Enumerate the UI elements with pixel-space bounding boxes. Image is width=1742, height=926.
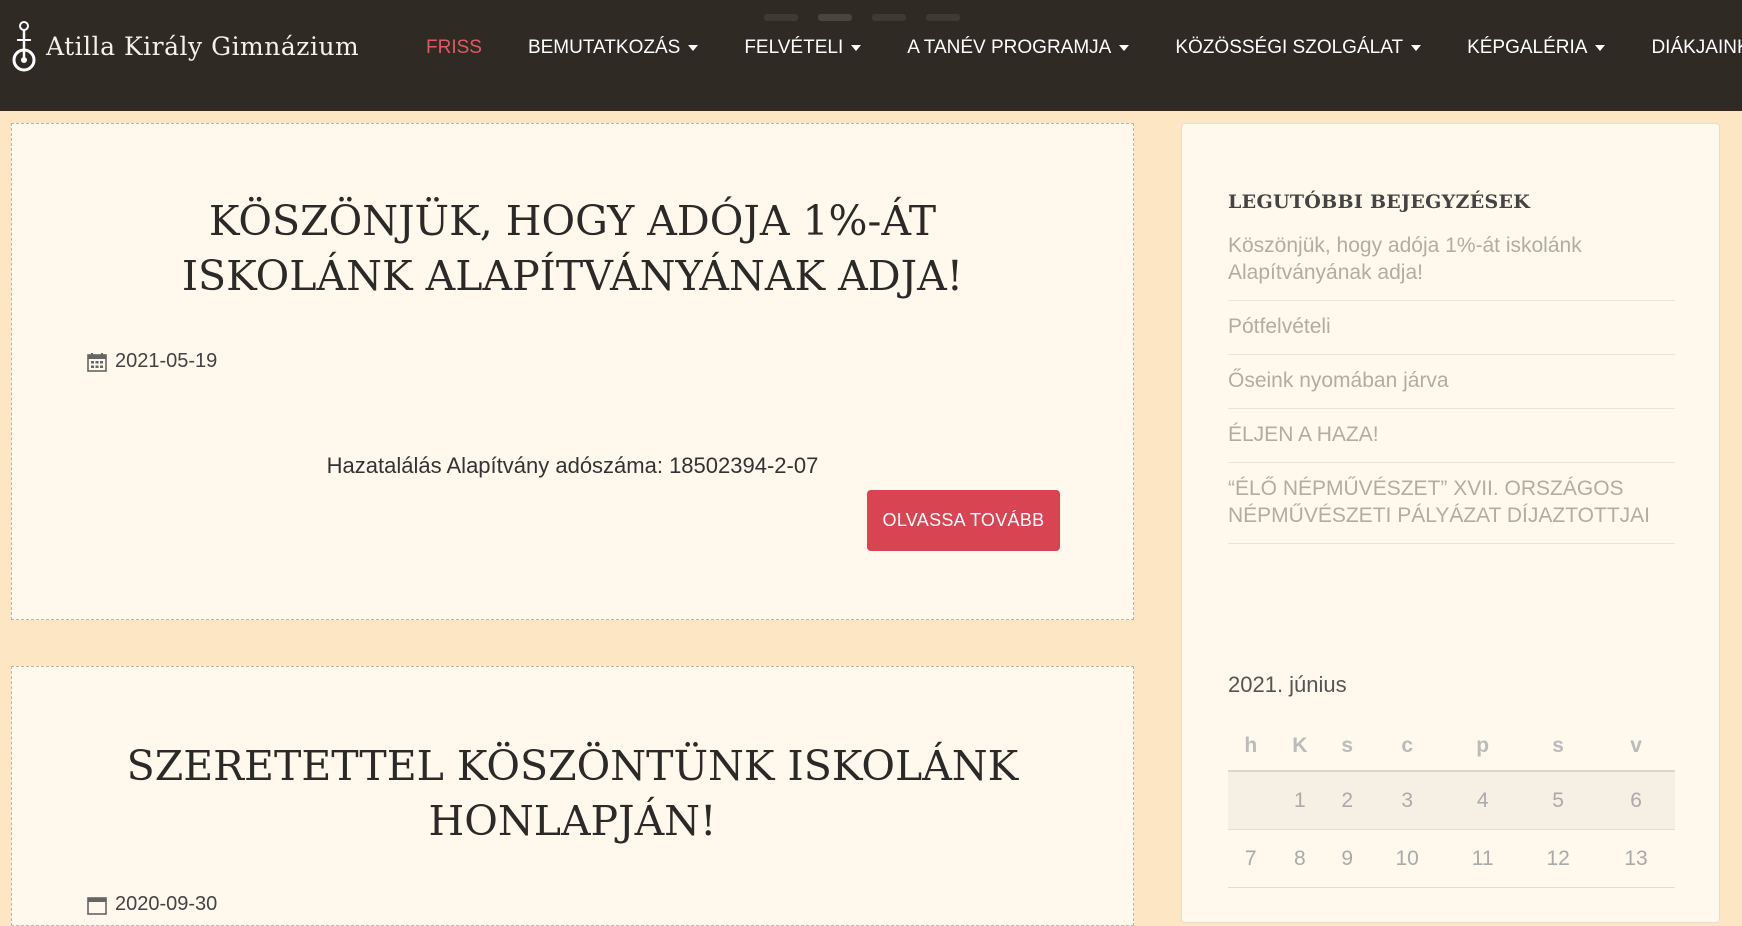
calendar-day[interactable]: 11 [1446, 829, 1520, 888]
calendar-icon [87, 352, 107, 372]
brand-name: Atilla Király Gimnázium [46, 31, 360, 61]
calendar-day[interactable]: 5 [1519, 771, 1598, 830]
post-date-text: 2021-05-19 [115, 350, 218, 372]
nav-item-label: FRISS [426, 37, 482, 58]
calendar-day[interactable]: 2 [1326, 771, 1369, 830]
nav-item-label: FELVÉTELI [744, 37, 844, 58]
calendar-day[interactable]: 9 [1326, 829, 1369, 888]
nav-item-4[interactable]: KÖZÖSSÉGI SZOLGÁLAT [1175, 37, 1422, 59]
nav-item-6[interactable]: DIÁKJAINK [1651, 37, 1742, 59]
carousel-dot[interactable] [764, 14, 798, 21]
main-nav: FRISS BEMUTATKOZÁS FELVÉTELI A TANÉV PROGRA… [426, 28, 1742, 68]
calendar-weekday: s [1519, 722, 1598, 772]
carousel-dot[interactable] [926, 14, 960, 21]
recent-post-link[interactable]: “ÉLŐ NÉPMŰVÉSZET” XVII. ORSZÁGOS NÉPMŰVÉ… [1228, 463, 1675, 544]
recent-post-link[interactable]: Pótfelvételi [1228, 301, 1675, 355]
calendar-day [1228, 771, 1274, 830]
recent-posts-title: Legutóbbi bejegyzések [1228, 191, 1531, 213]
calendar-day[interactable]: 12 [1519, 829, 1598, 888]
top-navbar: Atilla Király Gimnázium FRISS BEMUTATKOZÁ… [0, 0, 1742, 111]
calendar-weekday: K [1273, 722, 1327, 772]
nav-item-2[interactable]: FELVÉTELI [744, 37, 862, 59]
caret-down-icon [688, 45, 699, 51]
nav-item-5[interactable]: KÉPGALÉRIA [1467, 37, 1606, 59]
post-date: 2021-05-19 [87, 350, 217, 373]
recent-post-link[interactable]: Őseink nyomában járva [1228, 355, 1675, 409]
logo-icon [12, 21, 36, 72]
carousel-dot[interactable] [818, 14, 852, 21]
site-brand[interactable]: Atilla Király Gimnázium [10, 20, 359, 72]
nav-item-label: A TANÉV PROGRAMJA [907, 37, 1112, 58]
calendar-day[interactable]: 13 [1597, 829, 1675, 888]
calendar-weekday: h [1228, 722, 1274, 772]
post-card: Szeretettel köszöntünk iskolánk honlapjá… [11, 666, 1134, 926]
read-more-button[interactable]: OLVASSA TOVÁBB [867, 490, 1060, 551]
calendar-day[interactable]: 3 [1368, 771, 1447, 830]
carousel-indicators [764, 14, 960, 21]
post-title[interactable]: Szeretettel köszöntünk iskolánk honlapjá… [102, 739, 1043, 849]
nav-item-label: BEMUTATKOZÁS [527, 37, 681, 58]
post-excerpt: Hazatalálás Alapítvány adószáma: 1850239… [326, 453, 819, 478]
calendar-day[interactable]: 10 [1368, 829, 1447, 888]
calendar-caption: 2021. június [1228, 672, 1347, 697]
calendar-table: hKscpsv 1 2 3 4 5 6 7 8 9 10 11 12 13 [1228, 722, 1675, 888]
caret-down-icon [851, 45, 862, 51]
calendar-day[interactable]: 1 [1273, 771, 1327, 830]
recent-posts-list: Köszönjük, hogy adója 1%-át iskolánk Ala… [1228, 220, 1675, 544]
nav-item-label: KÉPGALÉRIA [1467, 37, 1588, 58]
nav-item-label: DIÁKJAINK [1651, 37, 1742, 58]
nav-item-3[interactable]: A TANÉV PROGRAMJA [907, 37, 1130, 59]
carousel-dot[interactable] [872, 14, 906, 21]
recent-post-link[interactable]: Köszönjük, hogy adója 1%-át iskolánk Ala… [1228, 220, 1675, 301]
recent-post-link[interactable]: ÉLJEN A HAZA! [1228, 409, 1675, 463]
calendar-weekday: v [1597, 722, 1675, 772]
nav-item-label: KÖZÖSSÉGI SZOLGÁLAT [1175, 37, 1404, 58]
calendar-day[interactable]: 6 [1597, 771, 1675, 830]
calendar-day[interactable]: 4 [1446, 771, 1520, 830]
calendar-day[interactable]: 8 [1273, 829, 1327, 888]
caret-down-icon [1119, 45, 1130, 51]
caret-down-icon [1595, 45, 1606, 51]
calendar-weekday: s [1326, 722, 1369, 772]
calendar-weekday: c [1368, 722, 1447, 772]
post-title[interactable]: Köszönjük, hogy adója 1%-át iskolánk Ala… [102, 194, 1043, 304]
sidebar: Legutóbbi bejegyzések Köszönjük, hogy ad… [1181, 123, 1720, 923]
calendar-week: 7 8 9 10 11 12 13 [1228, 829, 1675, 888]
calendar-week: 123456 [1228, 771, 1675, 830]
nav-item-0[interactable]: FRISS [426, 37, 482, 59]
calendar-day[interactable]: 7 [1228, 829, 1274, 888]
nav-item-1[interactable]: BEMUTATKOZÁS [527, 37, 699, 59]
caret-down-icon [1411, 45, 1422, 51]
calendar-weekday: p [1446, 722, 1520, 772]
post-card: Köszönjük, hogy adója 1%-át iskolánk Ala… [11, 123, 1134, 620]
